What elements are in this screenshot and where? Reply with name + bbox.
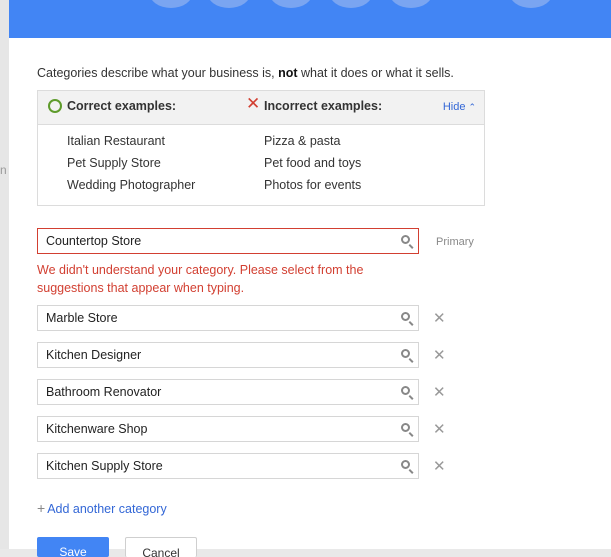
add-category-link[interactable]: + Add another category	[37, 500, 167, 516]
intro-text: Categories describe what your business i…	[37, 66, 454, 80]
category-input[interactable]	[46, 306, 386, 330]
banner-circle	[329, 0, 373, 8]
remove-category-icon[interactable]: ✕	[433, 422, 446, 437]
plus-icon: +	[37, 500, 46, 516]
banner-circle	[149, 0, 193, 8]
correct-example-item: Italian Restaurant	[67, 134, 165, 148]
incorrect-examples-label: Incorrect examples:	[264, 99, 383, 113]
search-icon[interactable]	[401, 423, 410, 432]
correct-examples-label: Correct examples:	[67, 99, 177, 113]
background-page-text: n	[0, 163, 7, 177]
banner-circle	[207, 0, 251, 8]
category-input[interactable]	[46, 417, 386, 441]
save-button[interactable]: Save	[37, 537, 109, 557]
banner-circle	[509, 0, 553, 8]
category-field	[37, 342, 419, 368]
incorrect-examples-list: Pizza & pasta Pet food and toys Photos f…	[264, 133, 361, 199]
incorrect-example-item: Pet food and toys	[264, 156, 362, 170]
search-icon[interactable]	[401, 386, 410, 395]
remove-category-icon[interactable]: ✕	[433, 348, 446, 363]
correct-example-item: Pet Supply Store	[67, 156, 161, 170]
background-page-strip	[0, 0, 9, 549]
category-field	[37, 416, 419, 442]
category-input[interactable]	[46, 454, 386, 478]
remove-category-icon[interactable]: ✕	[433, 459, 446, 474]
incorrect-example-item: Pizza & pasta	[264, 134, 341, 148]
search-icon[interactable]	[401, 235, 410, 244]
header-banner	[9, 0, 611, 38]
remove-category-icon[interactable]: ✕	[433, 311, 446, 326]
primary-label: Primary	[436, 236, 474, 248]
banner-circle	[389, 0, 433, 8]
correct-example-item: Wedding Photographer	[67, 178, 196, 192]
examples-box: Correct examples: ✕ Incorrect examples: …	[37, 90, 485, 206]
correct-examples-list: Italian Restaurant Pet Supply Store Wedd…	[67, 133, 195, 199]
category-dialog: Categories describe what your business i…	[9, 38, 611, 557]
examples-header: Correct examples: ✕ Incorrect examples: …	[38, 91, 484, 125]
incorrect-example-item: Photos for events	[264, 178, 362, 192]
primary-category-field	[37, 228, 419, 254]
banner-circle	[269, 0, 313, 8]
remove-category-icon[interactable]: ✕	[433, 385, 446, 400]
chevron-up-icon: ⌃	[468, 102, 476, 112]
correct-circle-icon	[48, 99, 62, 113]
search-icon[interactable]	[401, 312, 410, 321]
category-input[interactable]	[46, 343, 386, 367]
category-field	[37, 379, 419, 405]
hide-examples-link[interactable]: Hide ⌃	[443, 101, 476, 113]
category-input[interactable]	[46, 380, 386, 404]
incorrect-x-icon: ✕	[246, 94, 261, 113]
cancel-button[interactable]: Cancel	[125, 537, 197, 557]
intro-emphasis: not	[278, 66, 298, 80]
category-field	[37, 453, 419, 479]
primary-category-input[interactable]	[46, 229, 386, 253]
search-icon[interactable]	[401, 460, 410, 469]
category-field	[37, 305, 419, 331]
category-error-message: We didn't understand your category. Plea…	[37, 263, 364, 295]
search-icon[interactable]	[401, 349, 410, 358]
